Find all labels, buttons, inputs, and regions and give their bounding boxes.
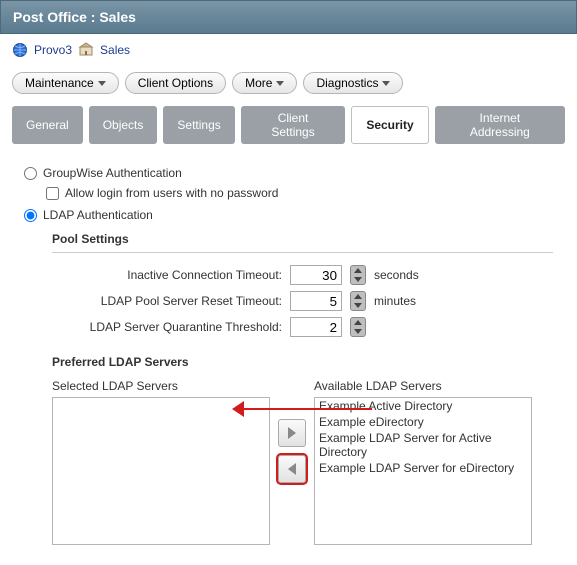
list-item[interactable]: Example LDAP Server for Active Directory <box>315 430 531 460</box>
move-left-button[interactable] <box>278 455 306 483</box>
breadcrumb-po-link[interactable]: Sales <box>100 43 130 57</box>
selected-servers-listbox[interactable] <box>52 397 270 545</box>
inactive-timeout-unit: seconds <box>374 268 419 282</box>
more-menu[interactable]: More <box>232 72 297 94</box>
tab-security[interactable]: Security <box>351 106 428 144</box>
groupwise-auth-label: GroupWise Authentication <box>43 166 182 180</box>
globe-icon <box>12 42 28 58</box>
tab-bar: General Objects Settings Client Settings… <box>0 100 577 150</box>
list-item[interactable]: Example Active Directory <box>315 398 531 414</box>
preferred-ldap-heading: Preferred LDAP Servers <box>52 355 553 369</box>
available-servers-label: Available LDAP Servers <box>314 379 532 393</box>
ldap-auth-label: LDAP Authentication <box>43 208 153 222</box>
tab-internet-addressing[interactable]: Internet Addressing <box>435 106 565 144</box>
inactive-timeout-input[interactable] <box>290 265 342 285</box>
arrow-right-icon <box>288 427 296 439</box>
selected-servers-label: Selected LDAP Servers <box>52 379 270 393</box>
groupwise-auth-radio[interactable] <box>24 167 37 180</box>
reset-timeout-label: LDAP Pool Server Reset Timeout: <box>52 294 282 308</box>
quarantine-threshold-label: LDAP Server Quarantine Threshold: <box>52 320 282 334</box>
reset-timeout-unit: minutes <box>374 294 416 308</box>
ldap-auth-radio[interactable] <box>24 209 37 222</box>
breadcrumb: Provo3 Sales <box>0 34 577 66</box>
tab-objects[interactable]: Objects <box>89 106 158 144</box>
tab-general[interactable]: General <box>12 106 83 144</box>
diagnostics-menu[interactable]: Diagnostics <box>303 72 403 94</box>
chevron-down-icon <box>98 81 106 86</box>
available-servers-listbox[interactable]: Example Active DirectoryExample eDirecto… <box>314 397 532 545</box>
breadcrumb-org-link[interactable]: Provo3 <box>34 43 72 57</box>
title-bar: Post Office : Sales <box>0 0 577 34</box>
security-panel: GroupWise Authentication Allow login fro… <box>0 150 577 565</box>
ldap-dual-list: Selected LDAP Servers Available LDAP Ser… <box>52 379 553 545</box>
action-toolbar: Maintenance Client Options More Diagnost… <box>0 66 577 100</box>
quarantine-threshold-stepper[interactable] <box>350 317 366 337</box>
chevron-down-icon <box>382 81 390 86</box>
list-item[interactable]: Example eDirectory <box>315 414 531 430</box>
client-options-button[interactable]: Client Options <box>125 72 226 94</box>
list-item[interactable]: Example LDAP Server for eDirectory <box>315 460 531 476</box>
arrow-left-icon <box>288 463 296 475</box>
move-right-button[interactable] <box>278 419 306 447</box>
allow-no-password-label: Allow login from users with no password <box>65 186 278 200</box>
tab-client-settings[interactable]: Client Settings <box>241 106 346 144</box>
allow-no-password-checkbox[interactable] <box>46 187 59 200</box>
pool-settings-heading: Pool Settings <box>52 232 553 246</box>
reset-timeout-input[interactable] <box>290 291 342 311</box>
tab-settings[interactable]: Settings <box>163 106 234 144</box>
inactive-timeout-label: Inactive Connection Timeout: <box>52 268 282 282</box>
page-title: Post Office : Sales <box>13 9 136 25</box>
chevron-down-icon <box>276 81 284 86</box>
quarantine-threshold-input[interactable] <box>290 317 342 337</box>
inactive-timeout-stepper[interactable] <box>350 265 366 285</box>
maintenance-menu[interactable]: Maintenance <box>12 72 119 94</box>
divider <box>52 252 553 253</box>
reset-timeout-stepper[interactable] <box>350 291 366 311</box>
post-office-icon <box>78 42 94 58</box>
